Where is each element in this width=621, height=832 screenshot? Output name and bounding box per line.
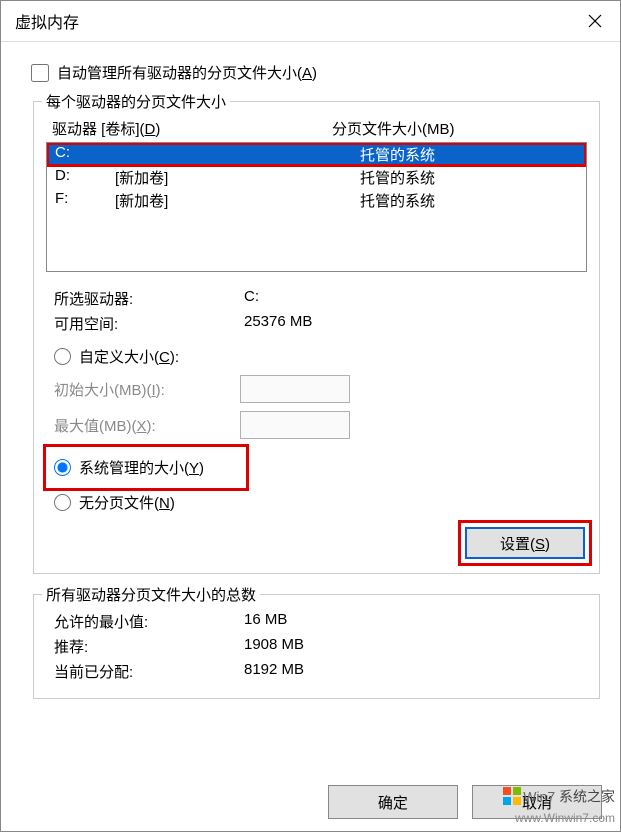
custom-size-radio[interactable]: 自定义大小(C): (46, 342, 587, 371)
set-button[interactable]: 设置(S) (465, 527, 585, 559)
auto-manage-checkbox[interactable]: 自动管理所有驱动器的分页文件大小(A) (31, 62, 602, 83)
initial-size-label: 初始大小(MB)(I): (54, 379, 232, 400)
close-button[interactable] (580, 9, 610, 33)
max-size-row: 最大值(MB)(X): (46, 407, 587, 443)
totals-row: 允许的最小值: 16 MB (46, 609, 587, 634)
per-drive-group-title: 每个驱动器的分页文件大小 (42, 91, 230, 112)
free-space-row: 可用空间: 25376 MB (46, 311, 587, 336)
header-drive: 驱动器 [卷标](D) (52, 118, 332, 139)
ok-button[interactable]: 确定 (328, 785, 458, 819)
drive-listbox[interactable]: C: 托管的系统 D: [新加卷] 托管的系统 F: [新加卷] 托管的系统 (46, 142, 587, 272)
totals-group-title: 所有驱动器分页文件大小的总数 (42, 584, 260, 605)
max-size-input (240, 411, 350, 439)
system-managed-input[interactable] (54, 459, 71, 476)
window-title: 虚拟内存 (15, 9, 79, 33)
system-managed-radio[interactable]: 系统管理的大小(Y) (46, 453, 242, 482)
totals-row: 当前已分配: 8192 MB (46, 659, 587, 684)
no-paging-file-radio[interactable]: 无分页文件(N) (46, 488, 587, 517)
max-size-label: 最大值(MB)(X): (54, 415, 232, 436)
list-row[interactable]: C: 托管的系统 (47, 143, 586, 166)
initial-size-row: 初始大小(MB)(I): (46, 371, 587, 407)
per-drive-group: 每个驱动器的分页文件大小 驱动器 [卷标](D) 分页文件大小(MB) C: 托… (33, 101, 600, 574)
initial-size-input (240, 375, 350, 403)
window: 虚拟内存 自动管理所有驱动器的分页文件大小(A) 每个驱动器的分页文件大小 驱动… (0, 0, 621, 832)
header-pagefile: 分页文件大小(MB) (332, 118, 581, 139)
action-row: 确定 取消 (1, 781, 620, 831)
no-paging-file-input[interactable] (54, 494, 71, 511)
selected-drive-row: 所选驱动器: C: (46, 286, 587, 311)
cancel-button[interactable]: 取消 (472, 785, 602, 819)
list-row[interactable]: D: [新加卷] 托管的系统 (47, 166, 586, 189)
system-managed-label: 系统管理的大小(Y) (79, 457, 204, 478)
totals-row: 推荐: 1908 MB (46, 634, 587, 659)
custom-size-label: 自定义大小(C): (79, 346, 179, 367)
auto-manage-label: 自动管理所有驱动器的分页文件大小(A) (57, 62, 317, 83)
list-row[interactable]: F: [新加卷] 托管的系统 (47, 189, 586, 212)
no-paging-file-label: 无分页文件(N) (79, 492, 175, 513)
close-icon (588, 14, 602, 28)
list-header: 驱动器 [卷标](D) 分页文件大小(MB) (46, 116, 587, 142)
system-managed-highlight: 系统管理的大小(Y) (46, 447, 246, 488)
auto-manage-input[interactable] (31, 64, 49, 82)
custom-size-input[interactable] (54, 348, 71, 365)
content-area: 自动管理所有驱动器的分页文件大小(A) 每个驱动器的分页文件大小 驱动器 [卷标… (1, 42, 620, 781)
totals-group: 所有驱动器分页文件大小的总数 允许的最小值: 16 MB 推荐: 1908 MB… (33, 594, 600, 699)
set-button-highlight: 设置(S) (461, 523, 589, 563)
title-bar: 虚拟内存 (1, 1, 620, 42)
